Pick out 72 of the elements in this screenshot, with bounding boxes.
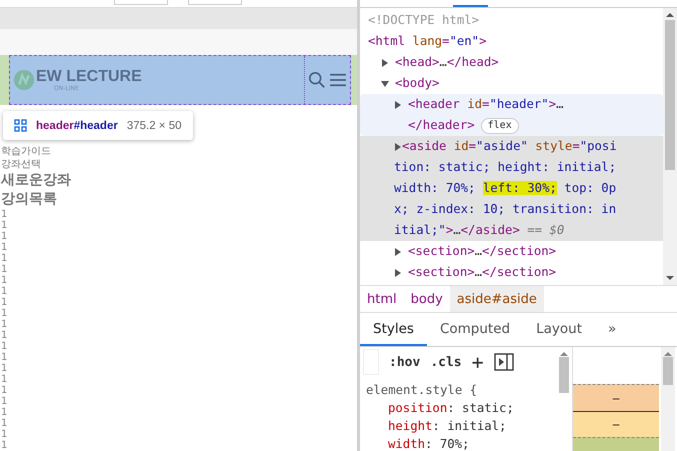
hover-state-button[interactable]: :hov xyxy=(389,354,420,370)
css-selector: element.style { xyxy=(366,382,478,399)
dom-node[interactable]: <section>…</section> xyxy=(408,241,644,262)
dom-node[interactable]: <html lang="en"> xyxy=(368,31,604,52)
list-number: 1 xyxy=(1,253,8,264)
list-number: 1 xyxy=(1,330,8,341)
css-property[interactable]: width: 70%; xyxy=(366,435,556,451)
list-number: 1 xyxy=(1,429,8,440)
margin-value: – xyxy=(612,392,620,404)
new-rule-button[interactable]: + xyxy=(472,350,484,374)
layout-icon xyxy=(14,119,27,132)
list-number: 1 xyxy=(1,440,8,451)
breadcrumb[interactable]: body xyxy=(404,286,450,312)
border-value: – xyxy=(612,418,620,431)
list-number: 1 xyxy=(1,308,8,319)
flex-badge[interactable]: flex xyxy=(480,118,519,134)
search-icon[interactable] xyxy=(308,71,326,89)
css-property[interactable]: height: initial; xyxy=(366,417,556,435)
sidebar-toggle-icon[interactable] xyxy=(494,353,514,371)
menu-icon[interactable] xyxy=(329,73,347,87)
list-number: 1 xyxy=(1,374,8,385)
dom-node[interactable]: <body> xyxy=(395,73,631,94)
expand-toggle-icon[interactable] xyxy=(381,80,389,88)
dom-node[interactable]: <section>…</section> xyxy=(408,262,644,283)
panel-tab[interactable]: Computed xyxy=(426,313,524,346)
scrollbar[interactable] xyxy=(663,8,677,285)
expand-toggle-icon[interactable] xyxy=(394,248,402,256)
list-number: 1 xyxy=(1,220,8,231)
breadcrumb[interactable]: html xyxy=(360,286,404,312)
list-number: 1 xyxy=(1,385,8,396)
element-name: header#header xyxy=(36,120,118,132)
scrollbar[interactable] xyxy=(661,347,675,451)
scroll-down-icon[interactable] xyxy=(666,275,674,281)
panel-tab[interactable]: Styles xyxy=(360,313,427,346)
logo-icon xyxy=(13,69,35,91)
logo-text: EW LECTURE xyxy=(36,68,142,84)
list-number: 1 xyxy=(1,341,8,352)
list-number: 1 xyxy=(1,275,8,286)
dom-node[interactable]: <header id="header">… xyxy=(408,94,644,115)
list-number: 1 xyxy=(1,264,8,275)
scroll-thumb[interactable] xyxy=(559,357,569,393)
closing-tag: </header> xyxy=(408,115,475,136)
css-property[interactable]: position: static; xyxy=(366,399,556,417)
list-number: 1 xyxy=(1,297,8,308)
list-number: 1 xyxy=(1,407,8,418)
list-number: 1 xyxy=(1,352,8,363)
expand-toggle-icon[interactable] xyxy=(381,59,389,67)
element-size: 375.2 × 50 xyxy=(126,120,182,132)
breadcrumb[interactable]: aside#aside xyxy=(450,286,544,312)
list-number: 1 xyxy=(1,396,8,407)
scroll-thumb[interactable] xyxy=(663,357,673,385)
scroll-up-icon[interactable] xyxy=(666,12,674,18)
scrollbar[interactable] xyxy=(558,351,570,393)
list-number: 1 xyxy=(1,418,8,429)
list-number: 1 xyxy=(1,231,8,242)
panel-tab[interactable]: Layout xyxy=(523,313,595,346)
panel-tab[interactable]: » xyxy=(595,313,630,346)
expand-toggle-icon[interactable] xyxy=(394,101,402,109)
dom-node[interactable]: <head>…</head> xyxy=(395,52,631,73)
class-button[interactable]: .cls xyxy=(430,354,462,370)
menu-link[interactable]: 강좌선택 xyxy=(1,158,357,171)
expand-toggle-icon[interactable] xyxy=(394,143,402,151)
list-number: 1 xyxy=(1,319,8,330)
expand-toggle-icon[interactable] xyxy=(394,269,402,277)
list-number: 1 xyxy=(1,242,8,253)
menu-link[interactable]: 새로운강좌 xyxy=(1,171,357,190)
list-number: 1 xyxy=(1,209,8,220)
scroll-thumb[interactable] xyxy=(665,20,675,170)
list-number: 1 xyxy=(1,363,8,374)
menu-link[interactable]: 강의목록 xyxy=(1,190,357,209)
menu-link[interactable]: 학습가이드 xyxy=(1,145,357,158)
list-number: 1 xyxy=(1,286,8,297)
